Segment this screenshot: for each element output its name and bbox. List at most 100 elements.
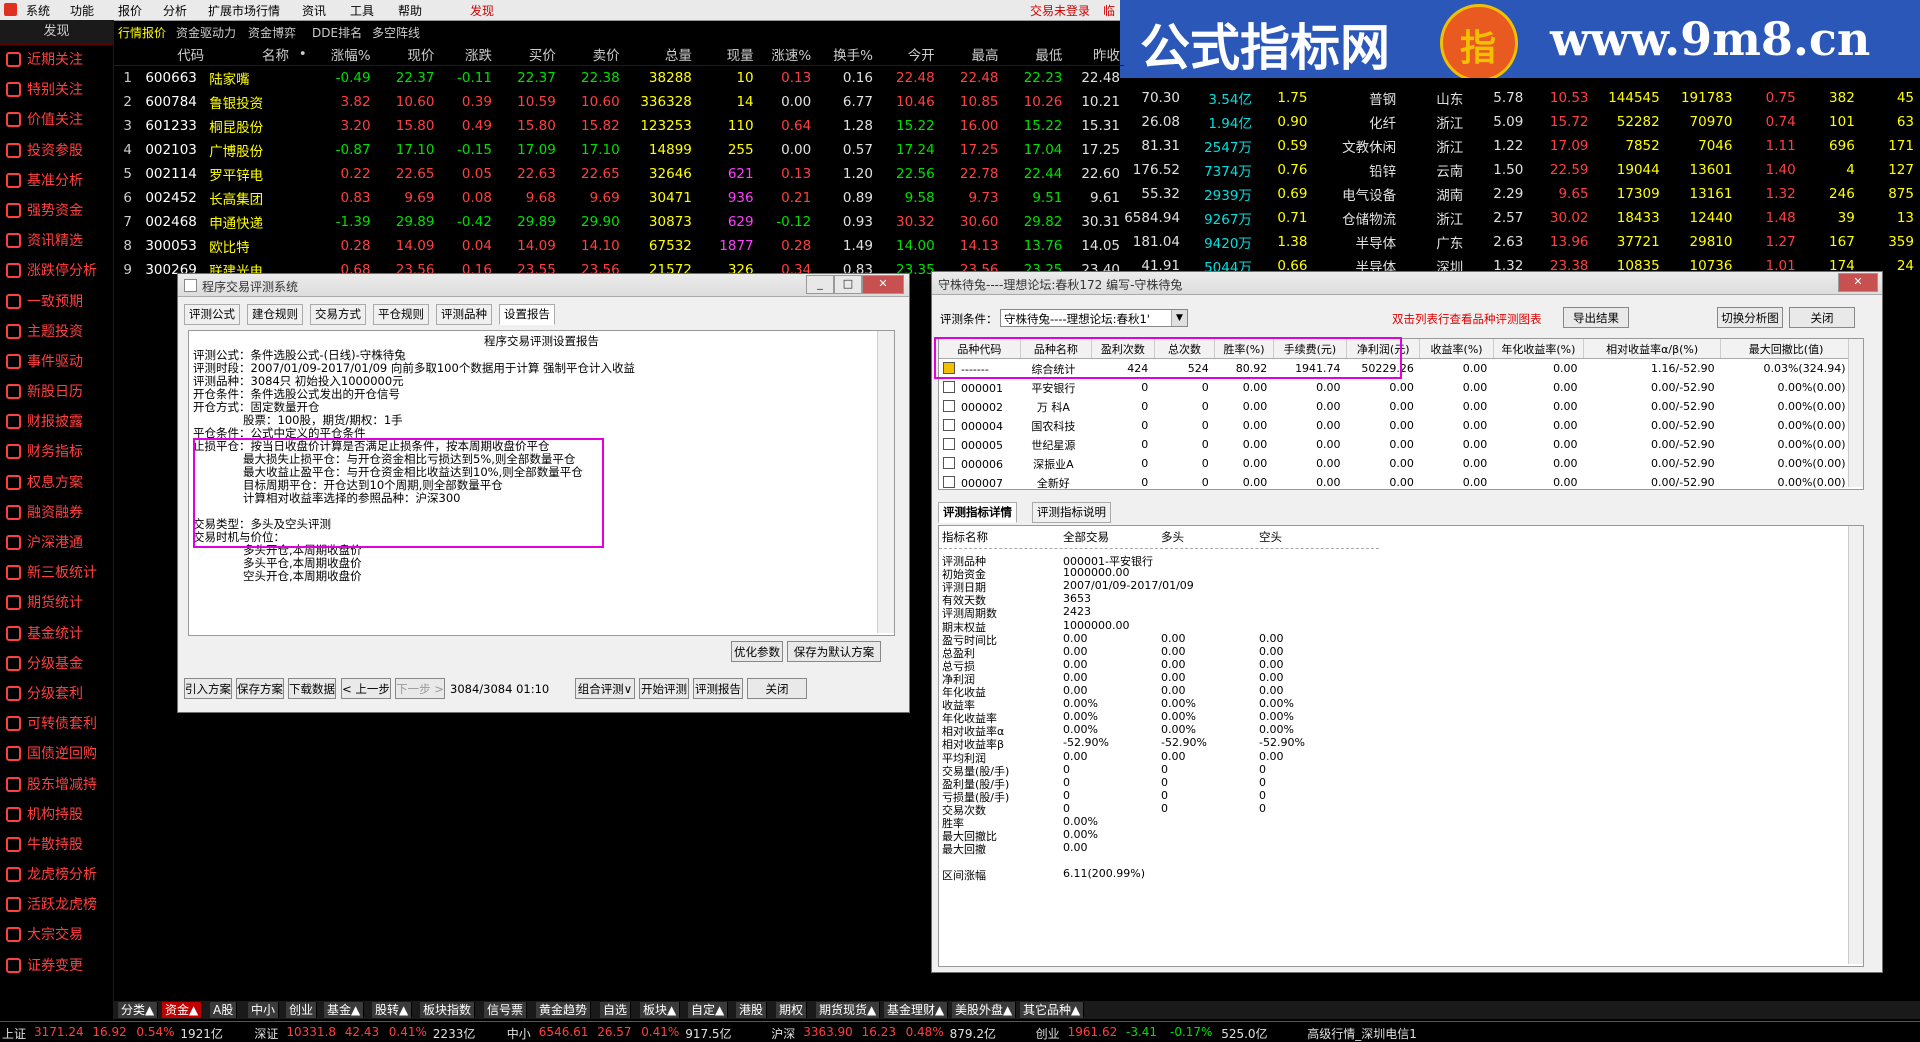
tab-open-rules[interactable]: 建仓规则 xyxy=(247,304,303,325)
tab-fund-drive[interactable]: 资金驱动力 xyxy=(176,24,236,41)
table-row[interactable]: 000005 世纪星源 0 0 0.00 0.00 0.00 0.00 0.00 0.00/-52… xyxy=(939,435,1852,454)
category-tab[interactable]: 自选 xyxy=(600,1002,632,1018)
menu-news[interactable]: 资讯 xyxy=(302,2,326,19)
app-logo-icon[interactable] xyxy=(4,3,17,16)
sidebar-item[interactable]: 权息方案 xyxy=(0,468,113,498)
tab-metrics-help[interactable]: 评测指标说明 xyxy=(1032,502,1111,523)
status-item[interactable]: 高级行情_深圳电信1 xyxy=(1307,1025,1417,1042)
tab-trade-mode[interactable]: 交易方式 xyxy=(310,304,366,325)
switch-chart-button[interactable]: 切换分析图 xyxy=(1717,307,1783,328)
trading-eval-titlebar[interactable]: 程序交易评测系统 _ □ ✕ xyxy=(178,274,909,297)
category-tab[interactable]: 黄金趋势 xyxy=(536,1002,592,1018)
import-scheme-button[interactable]: 引入方案 xyxy=(184,678,232,699)
sidebar-item[interactable]: 主题投资 xyxy=(0,317,113,347)
column-header[interactable]: 涨跌 xyxy=(438,42,496,66)
table-row[interactable]: 000006 深振业A 0 0 0.00 0.00 0.00 0.00 0.00 0.00/-52… xyxy=(939,454,1852,473)
menu-quote[interactable]: 报价 xyxy=(118,2,142,19)
close-button[interactable]: 关闭 xyxy=(1789,307,1855,328)
grid-scrollbar[interactable] xyxy=(1848,339,1863,487)
sidebar-item[interactable]: 分级套利 xyxy=(0,679,113,709)
detail-scrollbar[interactable] xyxy=(1848,526,1863,964)
table-row[interactable]: 4 002103 广博股份 -0.87 17.10 -0.15 17.09 17.10 1489… xyxy=(114,138,1124,162)
category-tab[interactable]: 资金▲ xyxy=(162,1002,203,1018)
table-row[interactable]: 7 002468 申通快递 -1.39 29.89 -0.42 29.89 29.90 3087… xyxy=(114,210,1124,234)
eval-condition-select[interactable]: 守株待兔----理想论坛:春秋1' ▼ xyxy=(1000,309,1188,327)
row-checkbox[interactable] xyxy=(943,418,955,431)
category-tab[interactable]: 美股外盘▲ xyxy=(952,1002,1017,1018)
sidebar-item[interactable]: 强势资金 xyxy=(0,196,113,226)
sidebar-item[interactable]: 分级基金 xyxy=(0,649,113,679)
tab-detail-metrics[interactable]: 评测指标详情 xyxy=(938,502,1017,523)
table-row[interactable]: 176.52 7374万 0.76 铅锌 云南 1.50 22.59 19044 13601 1.… xyxy=(1120,158,1920,182)
category-tab[interactable]: 中小 xyxy=(248,1002,280,1018)
sidebar-item[interactable]: 大宗交易 xyxy=(0,920,113,950)
column-header[interactable]: 最低 xyxy=(1002,42,1067,66)
column-header[interactable]: 年化收益率(%) xyxy=(1493,339,1585,359)
table-row[interactable]: 6 002452 长高集团 0.83 9.69 0.08 9.68 9.69 30471 936 0… xyxy=(114,186,1124,210)
chevron-down-icon[interactable]: ▼ xyxy=(1171,310,1187,326)
optimize-params-button[interactable]: 优化参数 xyxy=(731,641,783,662)
column-header[interactable]: 名称 xyxy=(208,42,293,66)
table-row[interactable]: 3 601233 桐昆股份 3.20 15.80 0.49 15.80 15.82 123253… xyxy=(114,114,1124,138)
column-header[interactable]: 买价 xyxy=(495,42,560,66)
row-checkbox[interactable] xyxy=(943,437,955,450)
sidebar-item[interactable]: 财报披露 xyxy=(0,407,113,437)
category-tab[interactable]: 自定▲ xyxy=(688,1002,729,1018)
category-tab[interactable]: 板块▲ xyxy=(640,1002,681,1018)
table-row[interactable]: 000004 国农科技 0 0 0.00 0.00 0.00 0.00 0.00 0.00/-52… xyxy=(939,416,1852,435)
column-header[interactable]: 昨收 xyxy=(1066,42,1124,66)
sidebar-item[interactable]: 财务指标 xyxy=(0,437,113,467)
table-row[interactable]: 70.30 3.54亿 1.75 普钢 山东 5.78 10.53 144545 191783 0… xyxy=(1120,86,1920,110)
menu-extended-market[interactable]: 扩展市场行情 xyxy=(208,2,280,19)
category-tab[interactable]: 基金▲ xyxy=(324,1002,365,1018)
minimize-button[interactable]: _ xyxy=(806,275,834,294)
table-row[interactable]: 000001 平安银行 0 0 0.00 0.00 0.00 0.00 0.00 0.00/-52… xyxy=(939,378,1852,397)
column-header[interactable]: 现价 xyxy=(374,42,439,66)
column-header[interactable]: 卖价 xyxy=(559,42,624,66)
login-status[interactable]: 交易未登录 xyxy=(1030,2,1090,19)
table-row[interactable]: 5 002114 罗平锌电 0.22 22.65 0.05 22.63 22.65 32646 6… xyxy=(114,162,1124,186)
menu-function[interactable]: 功能 xyxy=(70,2,94,19)
column-header[interactable]: 换手% xyxy=(815,42,877,66)
column-header[interactable]: 相对收益率α/β(%) xyxy=(1583,339,1722,359)
sidebar-item[interactable]: 新三板统计 xyxy=(0,558,113,588)
close-icon[interactable]: ✕ xyxy=(1838,273,1878,292)
report-scrollbar[interactable] xyxy=(877,331,894,633)
sidebar-item[interactable]: 资讯精选 xyxy=(0,226,113,256)
category-tab[interactable]: 基金理财▲ xyxy=(884,1002,949,1018)
sidebar-item[interactable]: 证券变更 xyxy=(0,951,113,981)
table-row[interactable]: 81.31 2547万 0.59 文教休闲 浙江 1.22 17.09 7852 7046 1.1… xyxy=(1120,134,1920,158)
sidebar-item[interactable]: 期货统计 xyxy=(0,588,113,618)
menu-tools[interactable]: 工具 xyxy=(350,2,374,19)
sidebar-item[interactable]: 基金统计 xyxy=(0,619,113,649)
save-scheme-button[interactable]: 保存方案 xyxy=(236,678,284,699)
tab-long-short[interactable]: 多空阵线 xyxy=(372,24,420,41)
combo-eval-button[interactable]: 组合评测∨ xyxy=(575,678,635,699)
table-row[interactable]: 2 600784 鲁银投资 3.82 10.60 0.39 10.59 10.60 336328… xyxy=(114,90,1124,114)
category-tab[interactable]: 分类▲ xyxy=(118,1002,159,1018)
export-results-button[interactable]: 导出结果 xyxy=(1563,307,1629,328)
sidebar-item[interactable]: 国债逆回购 xyxy=(0,739,113,769)
save-default-button[interactable]: 保存为默认方案 xyxy=(787,641,881,662)
tab-eval-instruments[interactable]: 评测品种 xyxy=(436,304,492,325)
tab-close-rules[interactable]: 平仓规则 xyxy=(373,304,429,325)
sidebar-item[interactable]: 一致预期 xyxy=(0,287,113,317)
category-tab[interactable]: 期货现货▲ xyxy=(816,1002,881,1018)
column-header[interactable]: 收益率(%) xyxy=(1419,339,1494,359)
sidebar-item[interactable]: 事件驱动 xyxy=(0,347,113,377)
row-checkbox[interactable] xyxy=(943,475,955,488)
menu-system[interactable]: 系统 xyxy=(26,2,50,19)
column-header[interactable]: 今开 xyxy=(876,42,939,66)
category-tab[interactable]: 港股 xyxy=(736,1002,768,1018)
category-tab[interactable]: 期权 xyxy=(776,1002,808,1018)
sidebar-item[interactable]: 基准分析 xyxy=(0,166,113,196)
sidebar-item[interactable]: 可转债套利 xyxy=(0,709,113,739)
tab-quotes[interactable]: 行情报价 xyxy=(118,24,166,41)
sidebar-item[interactable]: 特别关注 xyxy=(0,75,113,105)
menu-analysis[interactable]: 分析 xyxy=(163,2,187,19)
column-header[interactable]: • xyxy=(292,42,311,66)
sidebar-item[interactable]: 投资参股 xyxy=(0,136,113,166)
category-tab[interactable]: 信号票 xyxy=(484,1002,528,1018)
sidebar-item[interactable]: 涨跌停分析 xyxy=(0,256,113,286)
table-row[interactable]: 6584.94 9267万 0.71 仓储物流 浙江 2.57 30.02 18433 1244… xyxy=(1120,206,1920,230)
